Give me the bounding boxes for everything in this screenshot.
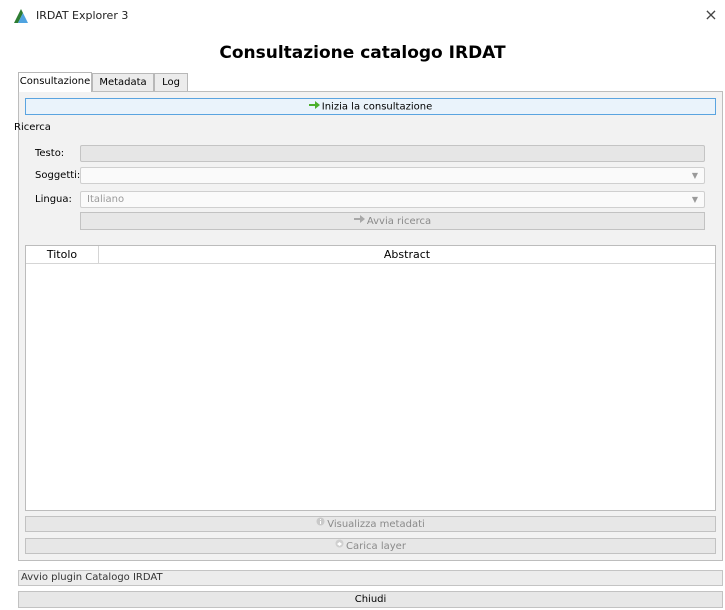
search-button-label: Avvia ricerca bbox=[366, 216, 432, 227]
page-title: Consultazione catalogo IRDAT bbox=[219, 43, 506, 63]
results-table[interactable]: Titolo Abstract bbox=[25, 245, 716, 511]
start-consultation-label: Inizia la consultazione bbox=[321, 101, 433, 113]
tab-consultazione[interactable]: Consultazione bbox=[18, 72, 92, 92]
load-layer-label: Carica layer bbox=[346, 541, 406, 552]
soggetti-label: Soggetti: bbox=[35, 170, 81, 181]
view-metadata-button[interactable]: Visualizza metadati bbox=[25, 516, 716, 532]
start-consultation-button[interactable]: Inizia la consultazione bbox=[25, 98, 716, 115]
load-layer-button[interactable]: Carica layer bbox=[25, 538, 716, 554]
chevron-down-icon: ▼ bbox=[691, 195, 698, 204]
chevron-down-icon: ▼ bbox=[691, 171, 698, 180]
close-button[interactable]: Chiudi bbox=[18, 591, 723, 608]
lingua-value: Italiano bbox=[87, 194, 125, 205]
tab-log[interactable]: Log bbox=[154, 73, 188, 92]
close-window-icon[interactable]: × bbox=[702, 6, 720, 24]
status-bar: Avvio plugin Catalogo IRDAT bbox=[18, 570, 723, 586]
testo-input[interactable] bbox=[80, 145, 705, 162]
lingua-select[interactable]: Italiano ▼ bbox=[80, 191, 705, 208]
irdat-logo-icon bbox=[12, 7, 30, 25]
testo-label: Testo: bbox=[35, 148, 65, 159]
green-arrow-right-icon bbox=[308, 99, 320, 114]
info-icon bbox=[316, 517, 325, 531]
column-header-titolo[interactable]: Titolo bbox=[26, 246, 99, 264]
soggetti-select[interactable]: ▼ bbox=[80, 167, 705, 184]
lingua-label: Lingua: bbox=[35, 194, 72, 205]
view-metadata-label: Visualizza metadati bbox=[327, 519, 425, 530]
arrow-right-icon bbox=[353, 213, 365, 229]
column-header-abstract[interactable]: Abstract bbox=[99, 246, 715, 264]
layer-icon bbox=[335, 539, 344, 553]
search-section-label: Ricerca bbox=[14, 122, 51, 133]
tab-metadata[interactable]: Metadata bbox=[92, 73, 154, 92]
search-button[interactable]: Avvia ricerca bbox=[80, 212, 705, 230]
window-title: IRDAT Explorer 3 bbox=[36, 9, 129, 22]
